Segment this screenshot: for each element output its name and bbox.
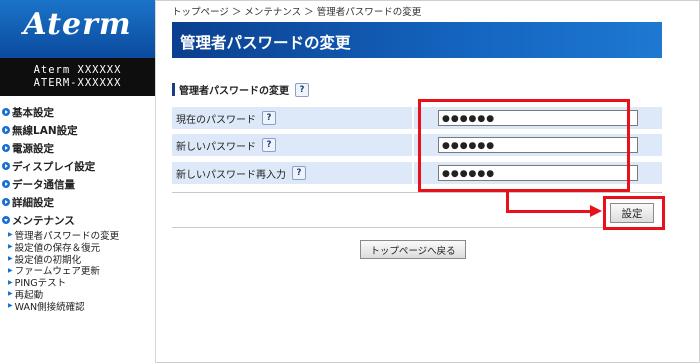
divider bbox=[172, 227, 662, 228]
back-to-top-button[interactable]: トップページへ戻る bbox=[360, 240, 466, 259]
help-icon[interactable]: ? bbox=[262, 138, 276, 152]
help-icon[interactable]: ? bbox=[292, 166, 306, 180]
triangle-bullet-icon: ▶ bbox=[8, 290, 13, 298]
sidebar-item-data-usage[interactable]: データ通信量 bbox=[2, 175, 152, 193]
triangle-bullet-icon: ▶ bbox=[8, 278, 13, 286]
sidebar-item-basic[interactable]: 基本設定 bbox=[2, 103, 152, 121]
section-marker bbox=[172, 83, 175, 96]
new-password-label: 新しいパスワード bbox=[176, 141, 256, 153]
arrow-bullet-icon bbox=[2, 162, 10, 170]
page-title-bar: 管理者パスワードの変更 bbox=[172, 22, 662, 58]
sidebar-item-label: 詳細設定 bbox=[12, 196, 54, 209]
sidebar-menu: 基本設定 無線LAN設定 電源設定 ディスプレイ設定 データ通信量 詳細設定 メ… bbox=[2, 103, 152, 313]
triangle-bullet-icon: ▶ bbox=[8, 302, 13, 310]
arrow-bullet-icon bbox=[2, 198, 10, 206]
arrow-bullet-icon bbox=[2, 144, 10, 152]
highlight-box-button bbox=[603, 196, 665, 230]
arrow-bullet-icon bbox=[2, 108, 10, 116]
triangle-bullet-icon: ▶ bbox=[8, 243, 13, 251]
triangle-bullet-icon: ▶ bbox=[8, 231, 13, 239]
model-line-2: ATERM-XXXXXX bbox=[33, 77, 122, 89]
aterm-logo: Aterm bbox=[23, 7, 132, 42]
arrow-down-bullet-icon bbox=[2, 216, 10, 224]
sidebar-item-wireless-lan[interactable]: 無線LAN設定 bbox=[2, 121, 152, 139]
highlight-box-inputs bbox=[418, 99, 630, 192]
divider bbox=[172, 192, 662, 193]
sidebar: Aterm Aterm XXXXXX ATERM-XXXXXX 基本設定 無線L… bbox=[0, 0, 156, 363]
form-label: 新しいパスワード ? bbox=[172, 134, 412, 156]
current-password-label: 現在のパスワード bbox=[176, 114, 256, 126]
arrow-bullet-icon bbox=[2, 180, 10, 188]
triangle-bullet-icon: ▶ bbox=[8, 254, 13, 262]
breadcrumb: トップページ ＞ メンテナンス ＞ 管理者パスワードの変更 bbox=[172, 7, 422, 18]
model-line-1: Aterm XXXXXX bbox=[33, 64, 122, 76]
page-title: 管理者パスワードの変更 bbox=[180, 34, 351, 52]
sidebar-item-label: メンテナンス bbox=[12, 214, 75, 227]
help-icon[interactable]: ? bbox=[295, 82, 309, 97]
sidebar-item-maintenance[interactable]: メンテナンス bbox=[2, 211, 152, 229]
submenu-item-label: WAN側接続確認 bbox=[14, 301, 85, 313]
help-icon[interactable]: ? bbox=[262, 111, 276, 125]
confirm-password-label: 新しいパスワード再入力 bbox=[176, 169, 286, 181]
section-title: 管理者パスワードの変更 ? bbox=[172, 82, 309, 97]
logo-area: Aterm bbox=[0, 0, 155, 58]
sidebar-item-label: データ通信量 bbox=[12, 178, 75, 191]
triangle-bullet-icon: ▶ bbox=[8, 266, 13, 274]
sidebar-item-label: 電源設定 bbox=[12, 142, 54, 155]
sidebar-item-display[interactable]: ディスプレイ設定 bbox=[2, 157, 152, 175]
form-label: 現在のパスワード ? bbox=[172, 107, 412, 129]
form-label: 新しいパスワード再入力 ? bbox=[172, 162, 412, 184]
sidebar-item-label: 無線LAN設定 bbox=[12, 124, 78, 137]
submenu-item-wan-check[interactable]: ▶ WAN側接続確認 bbox=[8, 300, 152, 313]
maintenance-submenu: ▶ 管理者パスワードの変更 ▶ 設定値の保存＆復元 ▶ 設定値の初期化 ▶ ファームウェ… bbox=[8, 229, 152, 313]
callout-arrow-line bbox=[506, 210, 592, 213]
arrow-bullet-icon bbox=[2, 126, 10, 134]
sidebar-item-label: 基本設定 bbox=[12, 106, 54, 119]
model-name-box: Aterm XXXXXX ATERM-XXXXXX bbox=[0, 58, 155, 96]
sidebar-item-power[interactable]: 電源設定 bbox=[2, 139, 152, 157]
sidebar-item-label: ディスプレイ設定 bbox=[12, 160, 96, 173]
sidebar-item-advanced[interactable]: 詳細設定 bbox=[2, 193, 152, 211]
callout-arrowhead-icon bbox=[590, 205, 602, 217]
section-title-text: 管理者パスワードの変更 bbox=[179, 86, 289, 97]
